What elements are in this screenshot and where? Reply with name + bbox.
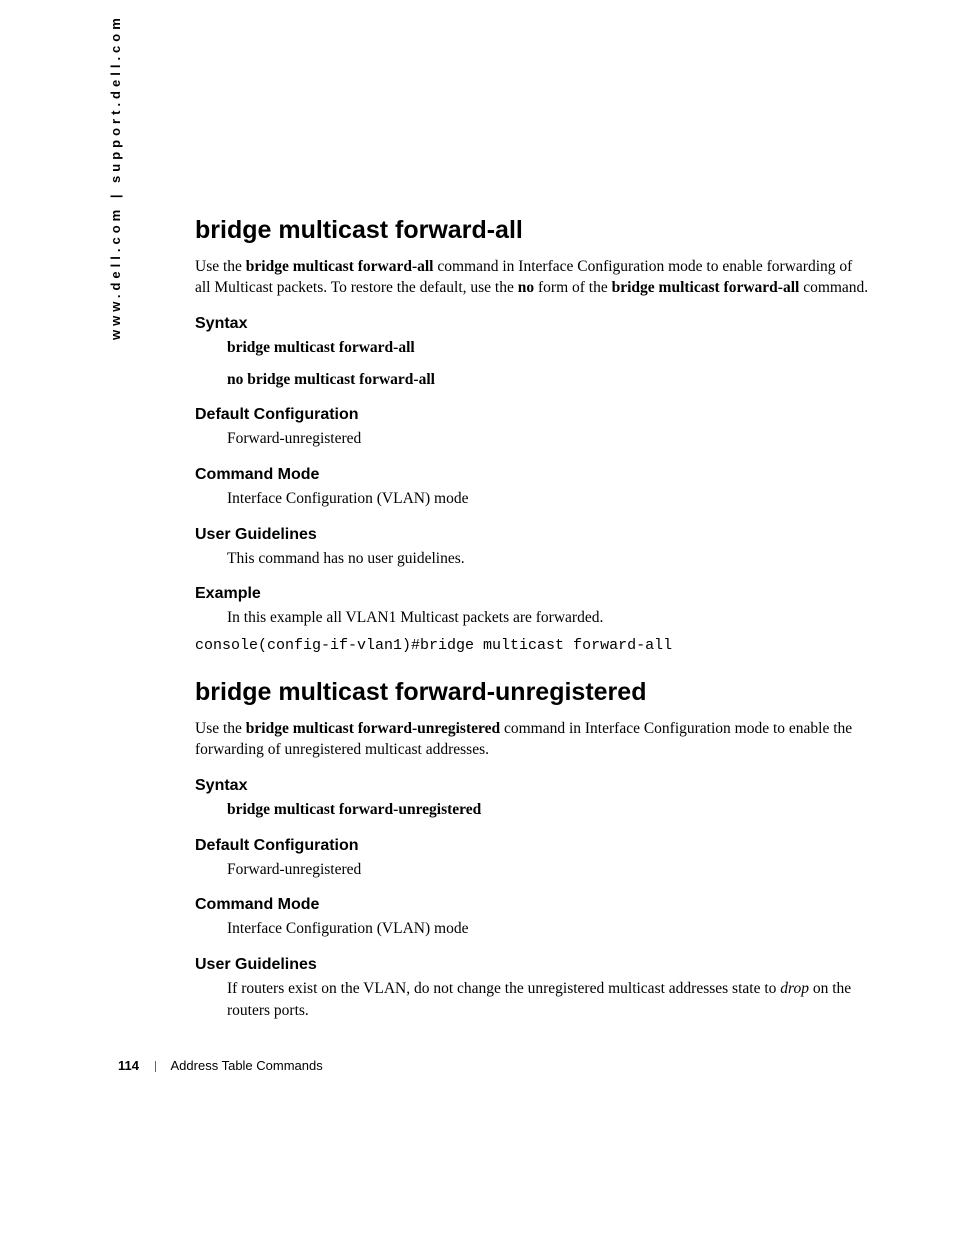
user-guidelines-text: This command has no user guidelines. bbox=[227, 548, 870, 570]
command-mode-heading: Command Mode bbox=[195, 466, 870, 484]
example-text: In this example all VLAN1 Multicast pack… bbox=[227, 607, 870, 629]
page: www.dell.com | support.dell.com bridge m… bbox=[0, 0, 954, 1235]
section2-intro: Use the bridge multicast forward-unregis… bbox=[195, 719, 870, 761]
text: Use the bbox=[195, 258, 246, 275]
footer-section: Address Table Commands bbox=[171, 1058, 323, 1073]
cmd-name: bridge multicast forward-all bbox=[612, 279, 800, 296]
side-url-text: www.dell.com | support.dell.com bbox=[108, 14, 123, 340]
main-content: bridge multicast forward-all Use the bri… bbox=[195, 216, 870, 1037]
section1-intro: Use the bridge multicast forward-all com… bbox=[195, 257, 870, 299]
cmd-name: bridge multicast forward-all bbox=[246, 258, 434, 275]
syntax-block: bridge multicast forward-all no bridge m… bbox=[227, 337, 870, 390]
user-guidelines-heading: User Guidelines bbox=[195, 526, 870, 544]
cmd-name: bridge multicast forward-unregistered bbox=[246, 720, 500, 737]
example-heading: Example bbox=[195, 585, 870, 603]
user-guidelines-heading: User Guidelines bbox=[195, 956, 870, 974]
default-config-text: Forward-unregistered bbox=[227, 859, 870, 881]
italic-term: drop bbox=[780, 980, 809, 997]
side-url: www.dell.com | support.dell.com bbox=[108, 14, 123, 340]
default-config-text: Forward-unregistered bbox=[227, 428, 870, 450]
command-mode-heading: Command Mode bbox=[195, 896, 870, 914]
user-guidelines-text: If routers exist on the VLAN, do not cha… bbox=[227, 978, 870, 1021]
no-keyword: no bbox=[518, 279, 534, 296]
console-output: console(config-if-vlan1)#bridge multicas… bbox=[195, 637, 870, 654]
footer-separator bbox=[155, 1061, 156, 1072]
syntax-line: bridge multicast forward-unregistered bbox=[227, 799, 870, 821]
section2-title: bridge multicast forward-unregistered bbox=[195, 678, 870, 707]
text: command. bbox=[799, 279, 868, 296]
page-footer: 114 Address Table Commands bbox=[118, 1058, 323, 1073]
text: Use the bbox=[195, 720, 246, 737]
section1-title: bridge multicast forward-all bbox=[195, 216, 870, 245]
page-number: 114 bbox=[118, 1058, 139, 1073]
syntax-line: bridge multicast forward-all bbox=[227, 337, 870, 359]
command-mode-text: Interface Configuration (VLAN) mode bbox=[227, 918, 870, 940]
syntax-line: no bridge multicast forward-all bbox=[227, 369, 870, 391]
default-config-heading: Default Configuration bbox=[195, 406, 870, 424]
text: If routers exist on the VLAN, do not cha… bbox=[227, 980, 780, 997]
text: form of the bbox=[534, 279, 611, 296]
syntax-heading: Syntax bbox=[195, 777, 870, 795]
syntax-block: bridge multicast forward-unregistered bbox=[227, 799, 870, 821]
command-mode-text: Interface Configuration (VLAN) mode bbox=[227, 488, 870, 510]
syntax-heading: Syntax bbox=[195, 315, 870, 333]
default-config-heading: Default Configuration bbox=[195, 837, 870, 855]
